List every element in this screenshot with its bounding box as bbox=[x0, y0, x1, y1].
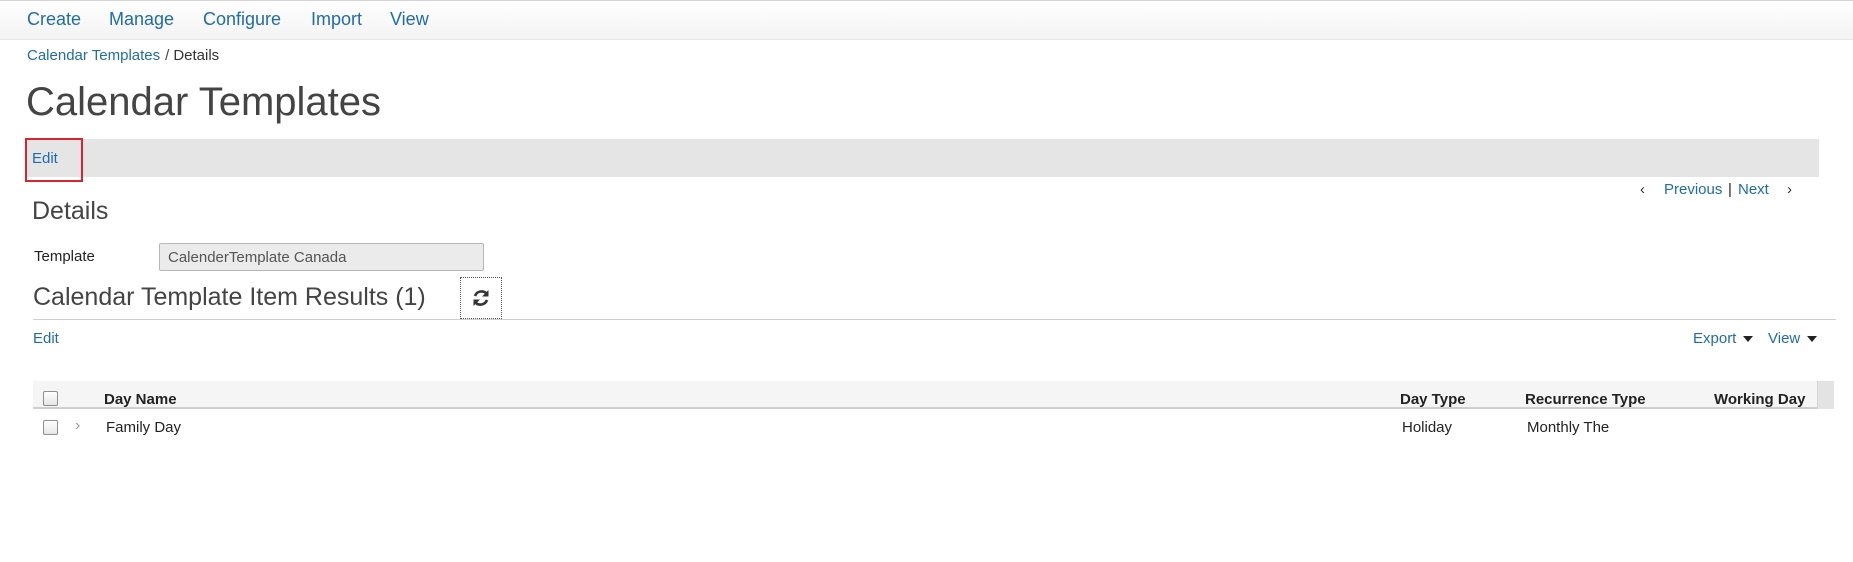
caret-down-icon bbox=[1743, 336, 1754, 343]
export-label: Export bbox=[1693, 330, 1737, 347]
column-header-working-day[interactable]: Working Day bbox=[1714, 391, 1805, 408]
export-menu[interactable]: Export bbox=[1693, 330, 1754, 347]
breadcrumb-separator: / bbox=[165, 47, 170, 64]
view-menu[interactable]: View bbox=[1768, 330, 1818, 347]
select-all-checkbox[interactable] bbox=[43, 391, 58, 406]
cell-recurrence-type: Monthly The bbox=[1527, 419, 1610, 436]
edit-button[interactable]: Edit bbox=[25, 138, 83, 182]
row-checkbox[interactable] bbox=[43, 420, 58, 435]
page-title: Calendar Templates bbox=[26, 80, 382, 124]
chevron-right-icon[interactable]: › bbox=[75, 417, 80, 435]
grid-header: Day Name Day Type Recurrence Type Workin… bbox=[33, 381, 1834, 409]
grid-edit-button[interactable]: Edit bbox=[33, 330, 59, 347]
previous-link[interactable]: Previous bbox=[1664, 181, 1722, 198]
column-header-day-type[interactable]: Day Type bbox=[1400, 391, 1466, 408]
next-link[interactable]: Next bbox=[1738, 181, 1769, 198]
table-row[interactable]: › Family Day Holiday Monthly The bbox=[33, 414, 1834, 442]
refresh-icon bbox=[473, 290, 489, 306]
chevron-right-icon[interactable]: › bbox=[1787, 181, 1792, 198]
results-divider bbox=[33, 319, 1836, 320]
action-bar bbox=[26, 139, 1819, 177]
caret-down-icon bbox=[1807, 336, 1818, 343]
breadcrumb: Calendar Templates / Details bbox=[27, 47, 219, 64]
pager-separator: | bbox=[1728, 181, 1732, 198]
results-title: Calendar Template Item Results (1) bbox=[33, 283, 426, 311]
nav-view[interactable]: View bbox=[390, 9, 429, 30]
breadcrumb-calendar-templates[interactable]: Calendar Templates bbox=[27, 47, 160, 64]
chevron-left-icon[interactable]: ‹ bbox=[1640, 181, 1645, 198]
top-nav: Create Manage Configure Import View bbox=[0, 0, 1853, 40]
refresh-button[interactable] bbox=[460, 277, 502, 319]
column-header-recurrence-type[interactable]: Recurrence Type bbox=[1525, 391, 1646, 408]
cell-day-type: Holiday bbox=[1402, 419, 1453, 436]
breadcrumb-current: Details bbox=[173, 47, 220, 64]
nav-manage[interactable]: Manage bbox=[109, 9, 174, 30]
template-field[interactable] bbox=[159, 243, 484, 271]
cell-day-name: Family Day bbox=[106, 419, 182, 436]
nav-configure[interactable]: Configure bbox=[203, 9, 281, 30]
nav-import[interactable]: Import bbox=[311, 9, 362, 30]
column-header-day-name[interactable]: Day Name bbox=[104, 391, 177, 408]
grid-header-scroll-stub bbox=[1817, 381, 1834, 409]
view-label: View bbox=[1768, 330, 1801, 347]
template-label: Template bbox=[34, 248, 95, 265]
details-title: Details bbox=[32, 197, 109, 225]
nav-create[interactable]: Create bbox=[27, 9, 81, 30]
